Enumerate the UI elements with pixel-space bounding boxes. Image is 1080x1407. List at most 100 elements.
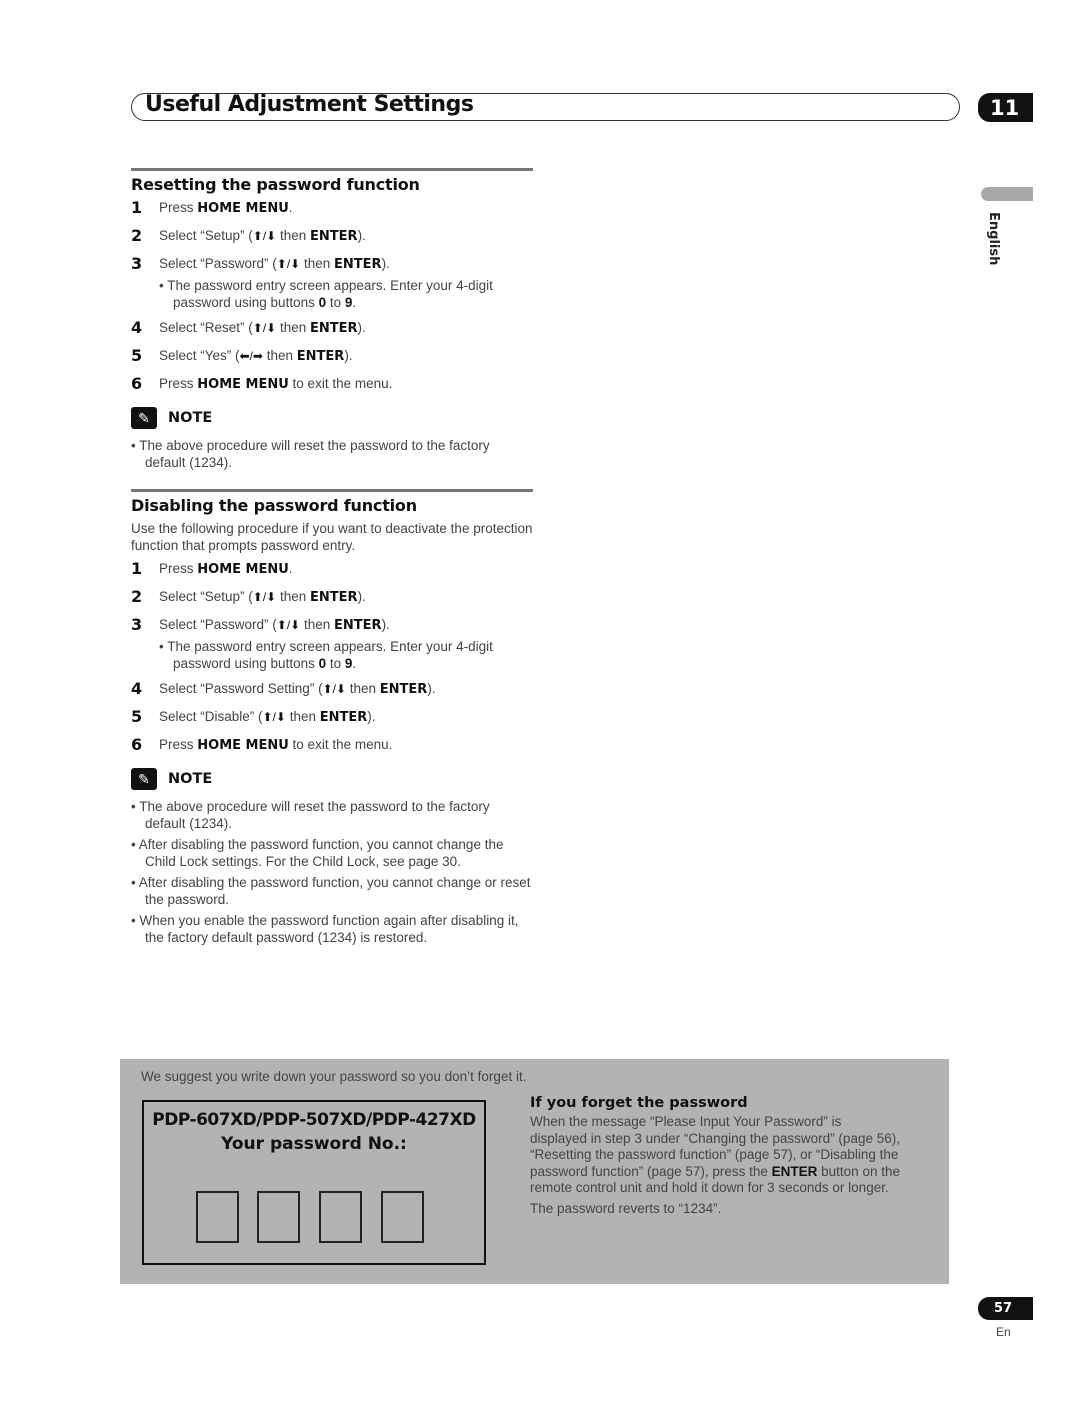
section-rule <box>131 489 533 492</box>
step-item: 5 Select “Yes” (⬅/➡ then ENTER). <box>131 347 533 365</box>
step-item: 3 Select “Password” (⬆/⬇ then ENTER). <box>131 255 533 273</box>
up-down-arrow-icon: ⬆/⬇ <box>252 229 277 243</box>
key-label: 0 <box>318 295 327 310</box>
step-text: Press HOME MENU. <box>159 561 293 577</box>
password-memo-box: PDP-607XD/PDP-507XD/PDP-427XD Your passw… <box>142 1100 486 1265</box>
key-label: HOME MENU <box>197 201 289 216</box>
note-header: ✎ NOTE <box>131 407 533 429</box>
up-down-arrow-icon: ⬆/⬇ <box>252 321 277 335</box>
step-item: 6 Press HOME MENU to exit the menu. <box>131 375 533 393</box>
step-text: Select “Reset” (⬆/⬇ then ENTER). <box>159 320 366 336</box>
note-item: • After disabling the password function,… <box>131 837 504 869</box>
step-number: 4 <box>131 679 143 698</box>
disabling-section: Disabling the password function Use the … <box>131 489 533 950</box>
up-down-arrow-icon: ⬆/⬇ <box>276 257 301 271</box>
note-item: • After disabling the password function,… <box>131 875 531 907</box>
step-text: Select “Password Setting” (⬆/⬇ then ENTE… <box>159 681 436 697</box>
page-language: En <box>996 1325 1011 1339</box>
key-label: HOME MENU <box>197 377 289 392</box>
note-label: NOTE <box>168 410 213 426</box>
step-text: Press HOME MENU to exit the menu. <box>159 376 393 392</box>
step-number: 4 <box>131 318 143 337</box>
key-label: HOME MENU <box>197 738 289 753</box>
note-item: • The above procedure will reset the pas… <box>131 438 490 470</box>
step-number: 5 <box>131 346 143 365</box>
step-item: 3 Select “Password” (⬆/⬇ then ENTER). <box>131 616 533 634</box>
section-title: Disabling the password function <box>131 496 417 515</box>
step-number: 6 <box>131 374 143 393</box>
forget-password-section: If you forget the password When the mess… <box>530 1095 900 1222</box>
note-header: ✎ NOTE <box>131 768 533 790</box>
key-label: ENTER <box>334 618 382 633</box>
step-list: 1 Press HOME MENU. 2 Select “Setup” (⬆/⬇ th… <box>131 199 533 393</box>
step-text: Select “Password” (⬆/⬇ then ENTER). <box>159 617 390 633</box>
note-list: • The above procedure will reset the pas… <box>131 798 533 946</box>
forget-title: If you forget the password <box>530 1095 748 1111</box>
step-number: 1 <box>131 198 143 217</box>
digit-box <box>196 1191 239 1243</box>
note-item: • When you enable the password function … <box>131 913 519 945</box>
note-label: NOTE <box>168 771 213 787</box>
enter-key-label: ENTER <box>771 1163 818 1179</box>
pencil-icon: ✎ <box>131 768 157 790</box>
key-label: ENTER <box>296 349 345 364</box>
up-down-arrow-icon: ⬆/⬇ <box>276 618 301 632</box>
key-label: 9 <box>344 295 353 310</box>
digit-box <box>257 1191 300 1243</box>
step-item: 4 Select “Password Setting” (⬆/⬇ then ENT… <box>131 680 533 698</box>
step-item: 1 Press HOME MENU. <box>131 199 533 217</box>
step-number: 3 <box>131 254 143 273</box>
suggest-text: We suggest you write down your password … <box>141 1069 527 1084</box>
step-number: 5 <box>131 707 143 726</box>
step-item: 5 Select “Disable” (⬆/⬇ then ENTER). <box>131 708 533 726</box>
key-label: ENTER <box>310 590 358 605</box>
note-item: • The above procedure will reset the pas… <box>131 799 490 831</box>
reverts-text: The password reverts to “1234”. <box>530 1200 722 1216</box>
step-item: 2 Select “Setup” (⬆/⬇ then ENTER). <box>131 588 533 606</box>
step-text: Press HOME MENU to exit the menu. <box>159 737 393 753</box>
up-down-arrow-icon: ⬆/⬇ <box>252 590 277 604</box>
chapter-badge: 11 <box>978 93 1033 122</box>
key-label: 0 <box>318 656 327 671</box>
step-list: 1 Press HOME MENU. 2 Select “Setup” (⬆/⬇ th… <box>131 560 533 754</box>
language-label: English <box>986 212 1001 266</box>
language-tab <box>981 187 1033 201</box>
section-title: Resetting the password function <box>131 175 420 194</box>
key-label: ENTER <box>310 321 358 336</box>
sub-bullet: • The password entry screen appears. Ent… <box>159 639 493 671</box>
step-text: Select “Setup” (⬆/⬇ then ENTER). <box>159 228 366 244</box>
left-right-arrow-icon: ⬅/➡ <box>239 349 263 363</box>
step-item: 4 Select “Reset” (⬆/⬇ then ENTER). <box>131 319 533 337</box>
up-down-arrow-icon: ⬆/⬇ <box>322 682 347 696</box>
step-number: 1 <box>131 559 143 578</box>
key-label: HOME MENU <box>197 562 289 577</box>
password-label: Your password No.: <box>221 1134 407 1154</box>
key-label: ENTER <box>334 257 382 272</box>
page-title: Useful Adjustment Settings <box>145 92 474 117</box>
note-list: • The above procedure will reset the pas… <box>131 437 533 471</box>
step-item: 1 Press HOME MENU. <box>131 560 533 578</box>
key-label: ENTER <box>379 682 428 697</box>
digit-box <box>319 1191 362 1243</box>
step-number: 2 <box>131 587 143 606</box>
step-text: Select “Password” (⬆/⬇ then ENTER). <box>159 256 390 272</box>
step-number: 6 <box>131 735 143 754</box>
section-intro: Use the following procedure if you want … <box>131 521 533 553</box>
key-label: 9 <box>344 656 353 671</box>
up-down-arrow-icon: ⬆/⬇ <box>262 710 286 724</box>
step-text: Select “Setup” (⬆/⬇ then ENTER). <box>159 589 366 605</box>
page-number: 57 <box>978 1297 1033 1320</box>
step-text: Select “Yes” (⬅/➡ then ENTER). <box>159 348 353 364</box>
step-text: Press HOME MENU. <box>159 200 293 216</box>
forget-body: When the message “Please Input Your Pass… <box>530 1114 900 1197</box>
key-label: ENTER <box>319 710 368 725</box>
resetting-section: Resetting the password function 1 Press H… <box>131 168 533 475</box>
step-number: 2 <box>131 226 143 245</box>
model-numbers: PDP-607XD/PDP-507XD/PDP-427XD <box>152 1110 476 1130</box>
step-item: 2 Select “Setup” (⬆/⬇ then ENTER). <box>131 227 533 245</box>
step-number: 3 <box>131 615 143 634</box>
step-text: Select “Disable” (⬆/⬇ then ENTER). <box>159 709 376 725</box>
step-item: 6 Press HOME MENU to exit the menu. <box>131 736 533 754</box>
pencil-icon: ✎ <box>131 407 157 429</box>
digit-box <box>381 1191 424 1243</box>
